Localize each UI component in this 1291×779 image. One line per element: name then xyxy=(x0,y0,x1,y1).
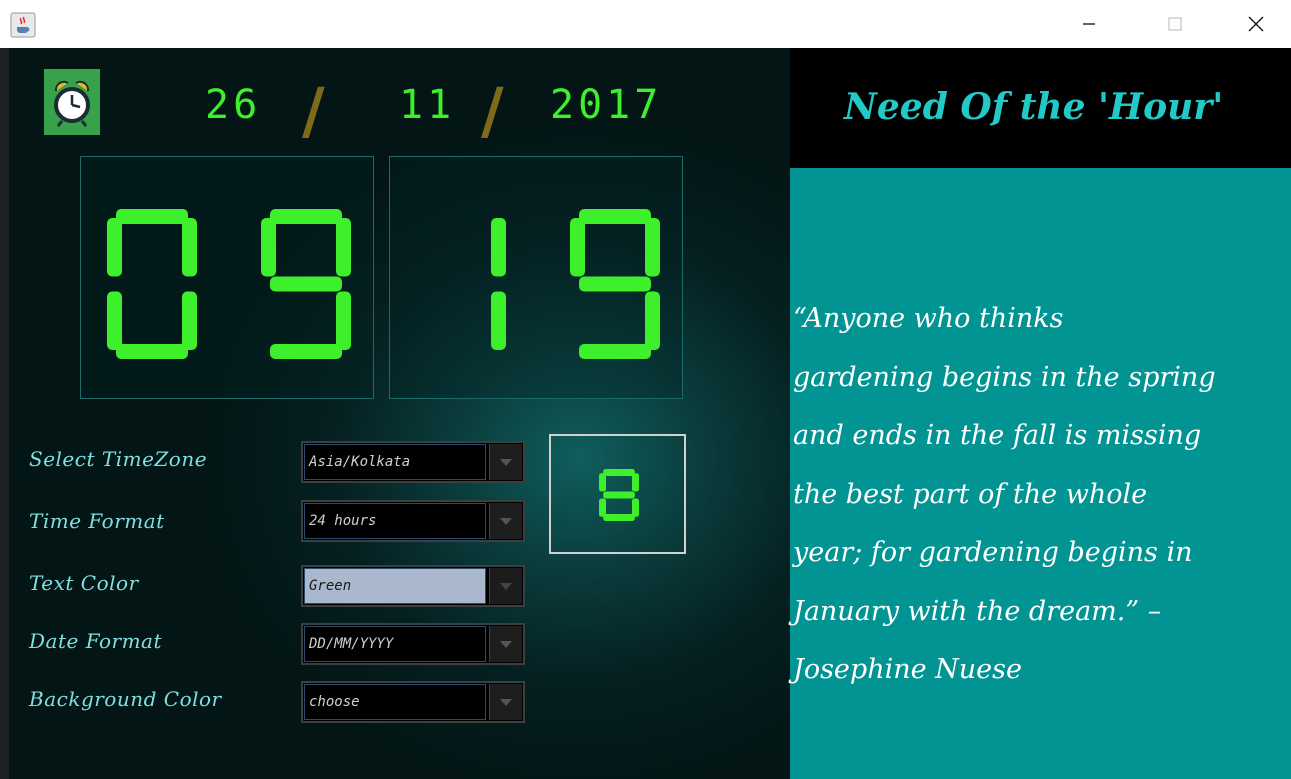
close-button[interactable] xyxy=(1233,0,1279,48)
clock-panel: 26 / 11 / 2017 Select TimeZone Asia/Kolk… xyxy=(9,48,790,779)
digit-segment xyxy=(579,276,651,292)
digit-segment xyxy=(116,209,188,224)
digit-segment xyxy=(107,218,122,277)
chevron-down-icon xyxy=(500,459,512,466)
digit-segment xyxy=(603,514,635,521)
quote-line: gardening begins in the spring xyxy=(793,361,1216,393)
hours-digits xyxy=(107,209,351,359)
digit-segment xyxy=(579,209,651,224)
date-day: 26 xyxy=(205,82,262,128)
close-icon xyxy=(1248,16,1264,32)
minimize-icon xyxy=(1083,23,1095,25)
chevron-down-icon xyxy=(500,518,512,525)
dropdown-button[interactable] xyxy=(489,503,522,539)
digit-segment xyxy=(603,469,635,476)
digit-segment xyxy=(645,218,660,277)
time-format-select[interactable]: 24 hours xyxy=(301,500,525,542)
quote-line: “Anyone who thinks xyxy=(793,303,1064,334)
dropdown-button[interactable] xyxy=(489,444,522,480)
quote-line: year; for gardening begins in xyxy=(793,537,1193,568)
quote-line: January with the dream.” – xyxy=(793,595,1162,627)
date-year: 2017 xyxy=(550,82,663,128)
digit-segment xyxy=(632,498,639,517)
alarm-clock-icon[interactable] xyxy=(44,69,100,135)
digit-segment xyxy=(336,218,351,277)
minutes-display xyxy=(389,156,683,399)
quote-line: and ends in the fall is missing xyxy=(793,420,1202,451)
digit-segment xyxy=(491,218,506,277)
digit-segment xyxy=(116,344,188,359)
chevron-down-icon xyxy=(500,641,512,648)
digit-segment xyxy=(570,218,585,277)
maximize-icon xyxy=(1168,17,1182,31)
text-color-select[interactable]: Green xyxy=(301,565,525,607)
background-color-value: choose xyxy=(304,684,486,720)
minutes-digits xyxy=(491,209,660,359)
digit-segment xyxy=(261,218,276,277)
window-frame xyxy=(0,48,9,779)
maximize-button[interactable] xyxy=(1152,0,1198,48)
chevron-down-icon xyxy=(500,699,512,706)
quote-title: Need Of the 'Hour' xyxy=(844,86,1224,128)
background-color-label: Background Color xyxy=(29,687,222,711)
digit-segment xyxy=(182,291,197,350)
quote-line: Josephine Nuese xyxy=(793,654,1022,685)
timezone-select[interactable]: Asia/Kolkata xyxy=(301,441,525,483)
digit-segment xyxy=(632,473,639,492)
digit-segment xyxy=(107,291,122,350)
window-title-bar xyxy=(0,0,1291,48)
dropdown-button[interactable] xyxy=(489,626,522,662)
date-format-select[interactable]: DD/MM/YYYY xyxy=(301,623,525,665)
date-format-value: DD/MM/YYYY xyxy=(304,626,486,662)
preview-digit xyxy=(599,469,639,521)
text-color-value: Green xyxy=(304,568,486,604)
digit-segment xyxy=(579,344,651,359)
quote-line: the best part of the whole xyxy=(793,478,1148,510)
digit-segment xyxy=(599,498,606,517)
date-separator: / xyxy=(481,74,504,147)
digit-segment xyxy=(645,291,660,350)
chevron-down-icon xyxy=(500,583,512,590)
digit-segment xyxy=(270,276,342,292)
digit-segment xyxy=(270,209,342,224)
date-format-label: Date Format xyxy=(29,629,162,653)
digit-segment xyxy=(491,291,506,350)
timezone-value: Asia/Kolkata xyxy=(304,444,486,480)
minimize-button[interactable] xyxy=(1066,0,1112,48)
time-format-value: 24 hours xyxy=(304,503,486,539)
text-color-preview xyxy=(549,434,686,554)
digit-segment xyxy=(603,491,635,499)
dropdown-button[interactable] xyxy=(489,568,522,604)
time-format-label: Time Format xyxy=(29,509,165,533)
digit-segment xyxy=(270,344,342,359)
text-color-label: Text Color xyxy=(29,571,139,595)
timezone-label: Select TimeZone xyxy=(29,447,208,471)
date-month: 11 xyxy=(399,82,456,128)
digit-segment xyxy=(182,218,197,277)
background-color-select[interactable]: choose xyxy=(301,681,525,723)
date-separator: / xyxy=(302,74,325,147)
digit-segment xyxy=(336,291,351,350)
java-cup-icon xyxy=(10,12,36,38)
digit-segment xyxy=(599,473,606,492)
hours-display xyxy=(80,156,374,399)
quote-text: “Anyone who thinks gardening begins in th… xyxy=(793,290,1291,700)
dropdown-button[interactable] xyxy=(489,684,522,720)
